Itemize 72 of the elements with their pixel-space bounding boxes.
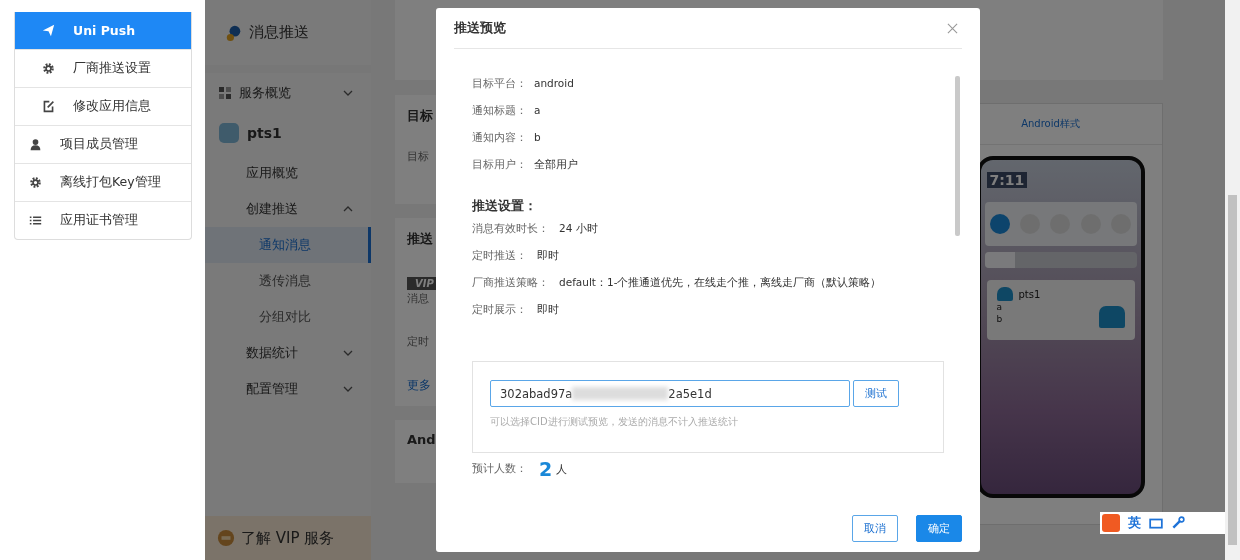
notification-app: pts1: [1018, 288, 1041, 300]
phone-time: 7:11: [986, 172, 1028, 188]
estimate-unit: 人: [556, 461, 568, 477]
card-title: And: [407, 432, 437, 447]
card-title: 目标: [407, 107, 434, 125]
setting-label: 定时推送：: [472, 248, 527, 262]
detail-value: android: [534, 76, 574, 90]
sidebar-subitem[interactable]: 通知消息: [205, 227, 371, 263]
setting-value: 24 小时: [559, 221, 598, 235]
chevron-icon: [343, 90, 353, 96]
estimate-label: 预计人数：: [472, 462, 527, 476]
gear-icon: [29, 176, 42, 189]
detail-value: a: [534, 103, 541, 117]
sidebar-item[interactable]: 配置管理: [205, 371, 371, 407]
detail-label: 目标用户：: [472, 157, 528, 171]
chevron-icon: [343, 386, 353, 392]
setting-label: 消息有效时长：: [472, 221, 549, 235]
scrollbar-thumb[interactable]: [955, 76, 960, 236]
estimate-count: 2: [539, 458, 553, 480]
input-mode[interactable]: 英: [1128, 514, 1141, 532]
detail-value: b: [534, 130, 541, 144]
card-title: 推送: [407, 230, 434, 248]
vip-banner[interactable]: 了解 VIP 服务: [205, 516, 371, 560]
menu-item[interactable]: 项目成员管理: [15, 125, 191, 163]
cid-input-field[interactable]: 302abad97a 2a5e1d: [490, 380, 850, 407]
setting-label: 定时展示：: [472, 302, 527, 316]
section-heading: 推送设置：: [472, 198, 538, 215]
person-icon: [29, 138, 42, 151]
dialog-title: 推送预览: [454, 20, 506, 37]
field-label: 定时: [407, 334, 430, 349]
sidebar-subitem[interactable]: 透传消息: [205, 263, 371, 299]
menu-item[interactable]: 修改应用信息: [15, 87, 191, 125]
more-link[interactable]: 更多: [407, 377, 437, 394]
notification-title: a: [996, 301, 1003, 313]
app-item[interactable]: pts1: [205, 111, 371, 155]
sidebar-item[interactable]: 数据统计: [205, 335, 371, 371]
list-icon: [29, 214, 42, 227]
menu-item[interactable]: 应用证书管理: [15, 201, 191, 239]
cancel-button[interactable]: 取消: [852, 515, 898, 542]
notification-body: b: [996, 313, 1004, 325]
sidebar-item[interactable]: 应用概览: [205, 155, 371, 191]
hint-text: 可以选择CID进行测试预览，发送的消息不计入推送统计: [490, 415, 739, 429]
sidebar-item[interactable]: 创建推送: [205, 191, 371, 227]
setting-label: 厂商推送策略：: [472, 275, 549, 289]
field-label: 目标: [407, 149, 430, 164]
detail-label: 通知标题：: [472, 103, 528, 117]
setting-value: 即时: [537, 302, 559, 316]
setting-value: default：1-个推通道优先，在线走个推，离线走厂商（默认策略）: [559, 275, 882, 289]
gear-icon: [42, 62, 55, 75]
detail-label: 目标平台：: [472, 76, 528, 90]
chevron-icon: [343, 350, 353, 356]
grid-icon: [219, 87, 231, 99]
chevron-icon: [343, 206, 353, 212]
test-button[interactable]: 测试: [853, 380, 899, 407]
app-icon: [219, 123, 239, 143]
edit-icon: [42, 100, 55, 113]
close-icon[interactable]: [947, 23, 958, 34]
ime-logo-icon: [1102, 514, 1120, 532]
sidebar-subitem[interactable]: 分组对比: [205, 299, 371, 335]
sidebar-item[interactable]: 服务概览: [205, 75, 371, 111]
menu-item[interactable]: 厂商推送设置: [15, 49, 191, 87]
wrench-icon[interactable]: [1171, 516, 1185, 530]
confirm-button[interactable]: 确定: [916, 515, 962, 542]
field-label: 消息: [407, 291, 430, 306]
detail-value: 全部用户: [534, 157, 578, 171]
vip-tag: VIP: [407, 277, 437, 290]
menu-item[interactable]: Uni Push: [15, 12, 191, 49]
detail-label: 通知内容：: [472, 130, 528, 144]
menu-item[interactable]: 离线打包Key管理: [15, 163, 191, 201]
paper-plane-icon: [42, 24, 55, 37]
setting-value: 即时: [537, 248, 559, 262]
scrollbar-thumb[interactable]: [1228, 195, 1237, 545]
